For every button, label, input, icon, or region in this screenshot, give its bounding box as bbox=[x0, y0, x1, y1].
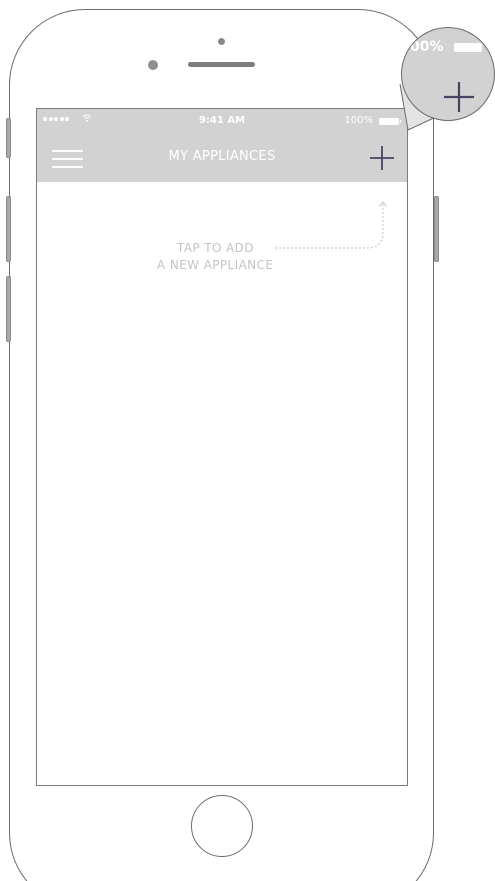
zoomed-plus-icon bbox=[442, 80, 476, 114]
zoom-callout: 00% bbox=[401, 27, 495, 121]
zoomed-battery-percentage: 00% bbox=[410, 39, 444, 55]
zoomed-battery-icon bbox=[454, 43, 482, 52]
callout-pointer bbox=[399, 83, 439, 131]
